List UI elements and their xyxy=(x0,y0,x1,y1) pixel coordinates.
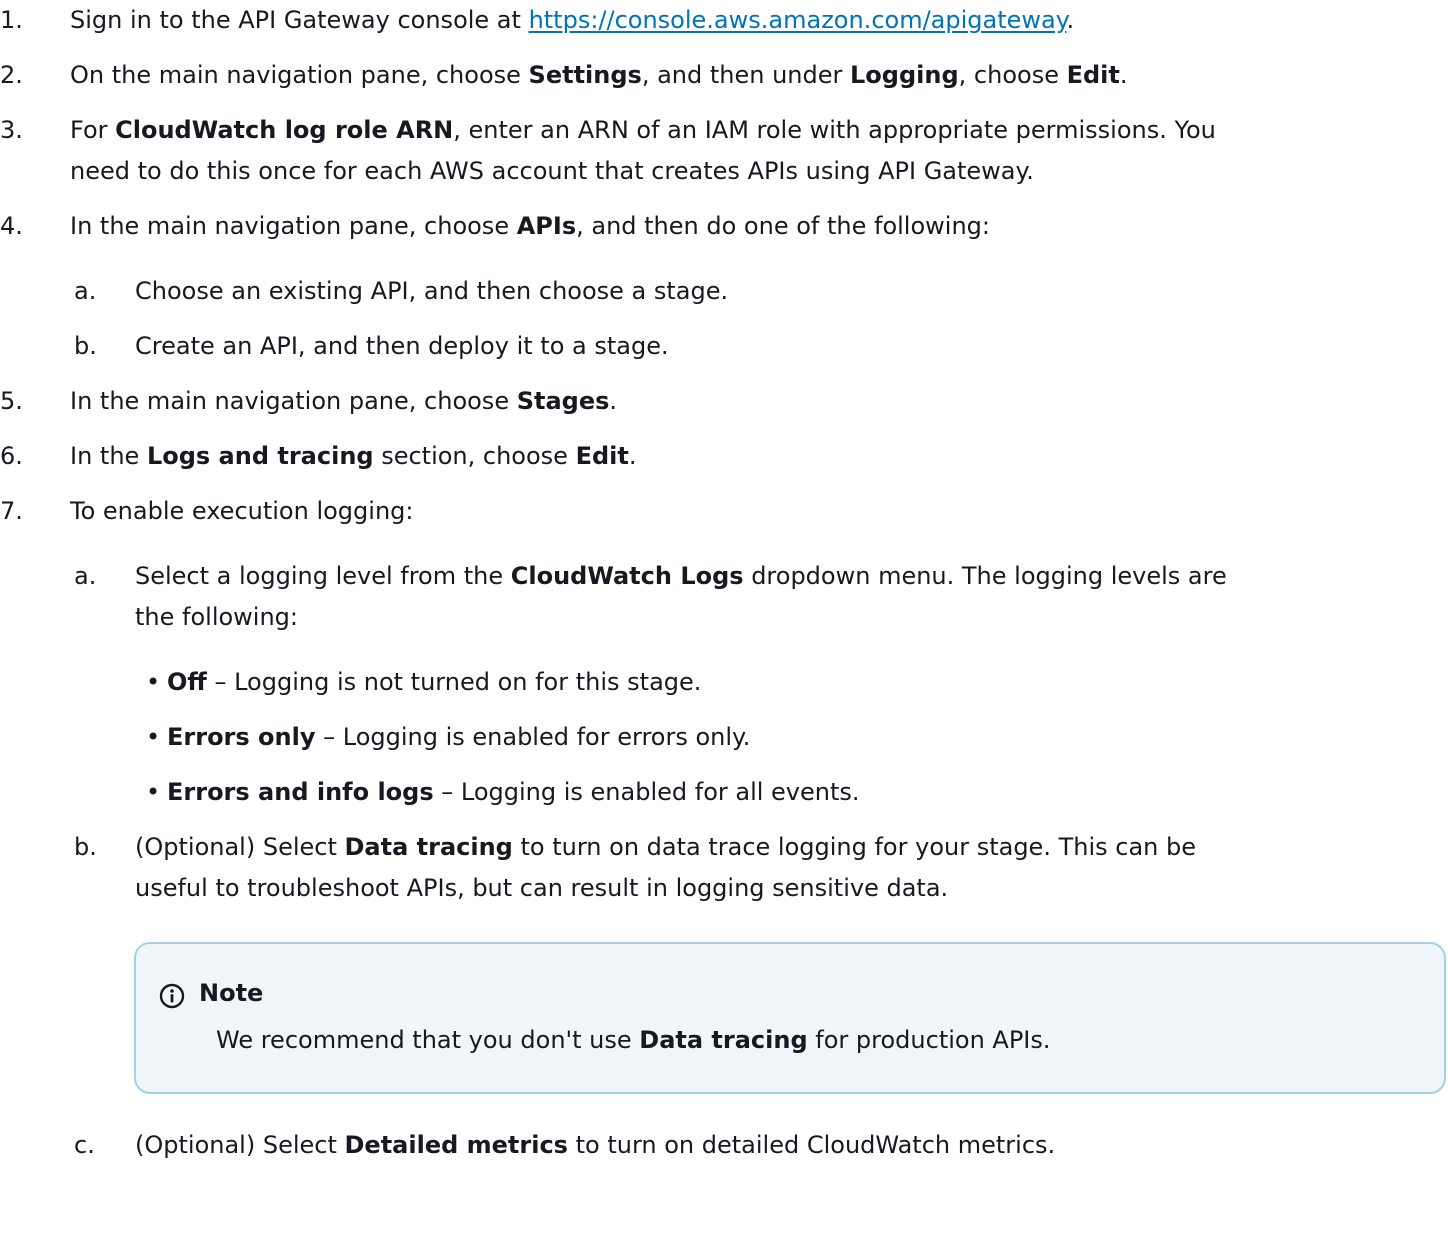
bullet: • xyxy=(146,778,161,806)
substep-letter: a. xyxy=(74,277,97,305)
substep-letter: b. xyxy=(74,332,97,360)
step-text: In the main navigation pane, choose Stag… xyxy=(70,387,618,415)
substep-text: the following: xyxy=(135,603,298,631)
console-link[interactable]: https://console.aws.amazon.com/apigatewa… xyxy=(529,6,1067,34)
substep-text: (Optional) Select Data tracing to turn o… xyxy=(135,833,1196,861)
step-number: 2. xyxy=(0,61,23,89)
step-number: 1. xyxy=(0,6,23,34)
step-text: In the main navigation pane, choose APIs… xyxy=(70,212,990,240)
step-text: To enable execution logging: xyxy=(70,497,414,525)
substep-text: (Optional) Select Detailed metrics to tu… xyxy=(135,1131,1056,1159)
step-text: On the main navigation pane, choose Sett… xyxy=(70,61,1128,89)
substep-letter: a. xyxy=(74,562,97,590)
step-number: 6. xyxy=(0,442,23,470)
step-number: 5. xyxy=(0,387,23,415)
substep-text: Create an API, and then deploy it to a s… xyxy=(135,332,669,360)
bullet-text: Errors only – Logging is enabled for err… xyxy=(167,723,751,751)
step-number: 7. xyxy=(0,497,23,525)
bullet-text: Off – Logging is not turned on for this … xyxy=(167,668,702,696)
step-number: 4. xyxy=(0,212,23,240)
substep-letter: b. xyxy=(74,833,97,861)
bullet: • xyxy=(146,723,161,751)
step-text: need to do this once for each AWS accoun… xyxy=(70,157,1034,185)
note-callout xyxy=(134,942,1446,1094)
bullet: • xyxy=(146,668,161,696)
step-text: For CloudWatch log role ARN, enter an AR… xyxy=(70,116,1216,144)
step-number: 3. xyxy=(0,116,23,144)
substep-text: useful to troubleshoot APIs, but can res… xyxy=(135,874,949,902)
info-circle-icon xyxy=(159,983,185,1009)
bullet-text: Errors and info logs – Logging is enable… xyxy=(167,778,860,806)
substep-letter: c. xyxy=(74,1131,95,1159)
note-title: Note xyxy=(199,979,264,1007)
document-page: 1. Sign in to the API Gateway console at… xyxy=(0,0,1448,1256)
note-text: We recommend that you don't use Data tra… xyxy=(216,1026,1051,1054)
step-text: Sign in to the API Gateway console at ht… xyxy=(70,6,1075,34)
step-text: In the Logs and tracing section, choose … xyxy=(70,442,637,470)
substep-text: Choose an existing API, and then choose … xyxy=(135,277,729,305)
substep-text: Select a logging level from the CloudWat… xyxy=(135,562,1227,590)
